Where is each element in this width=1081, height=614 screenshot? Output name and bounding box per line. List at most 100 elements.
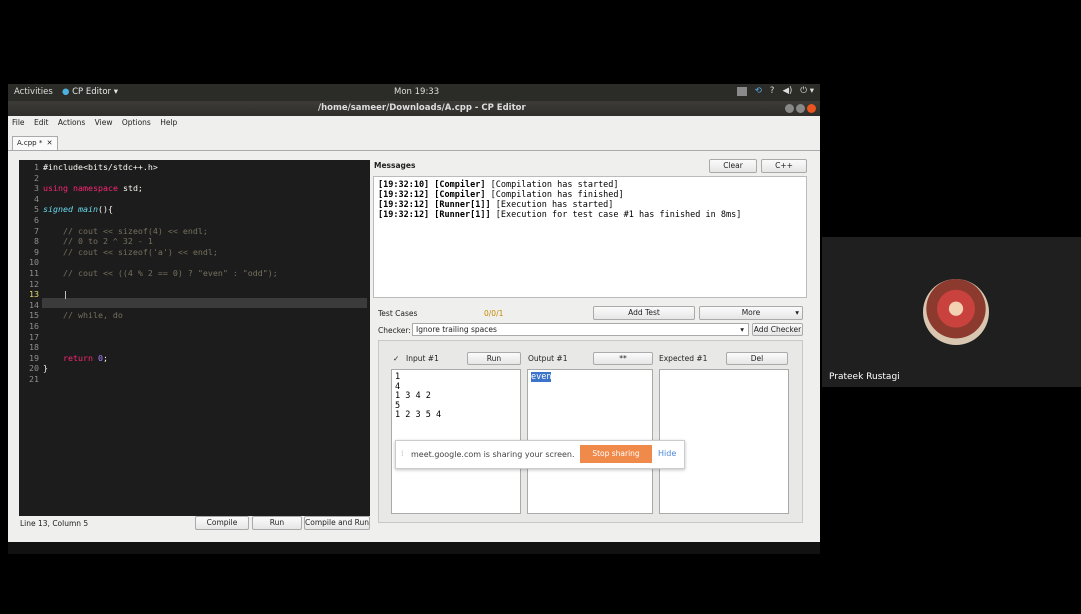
menu-file[interactable]: File (12, 118, 25, 127)
line-number: 17 (29, 331, 39, 342)
tab-a-cpp[interactable]: A.cpp * ✕ (12, 136, 58, 150)
line-number: 20 (29, 363, 39, 374)
test-counter: 0/0/1 (484, 309, 504, 318)
keyboard-layout-icon[interactable] (736, 86, 747, 96)
code-line: signed main(){ (43, 204, 113, 215)
tab-label: A.cpp * (17, 139, 43, 147)
power-icon[interactable]: ⏻ ▾ (800, 86, 814, 96)
message-text: [Execution has started] (490, 200, 614, 210)
window-title: /home/sameer/Downloads/A.cpp - CP Editor (318, 103, 526, 113)
menu-options[interactable]: Options (122, 118, 151, 127)
stop-sharing-button[interactable]: Stop sharing (580, 445, 652, 463)
system-tray: ⟲ ? ◀) ⏻ ▾ (736, 86, 814, 96)
line-number: 4 (34, 193, 39, 204)
message-time: [19:32:12] (378, 200, 435, 210)
output-value: even (531, 372, 552, 382)
volume-icon[interactable]: ◀) (782, 86, 792, 96)
add-checker-button[interactable]: Add Checker (752, 323, 803, 336)
check-icon: ✓ (393, 354, 400, 363)
message-text: [Compilation has finished] (485, 190, 624, 200)
output-label: Output #1 (528, 354, 568, 363)
checker-value: Ignore trailing spaces (416, 325, 497, 334)
sync-icon[interactable]: ⟲ (755, 86, 762, 96)
hide-button[interactable]: Hide (658, 449, 676, 458)
tab-divider (8, 150, 820, 151)
run-button[interactable]: Run (252, 516, 302, 530)
message-line: [19:32:12] [Runner[1]] [Execution has st… (378, 200, 802, 210)
test-enable-checkbox[interactable]: ✓ (393, 354, 399, 363)
line-number: 19 (29, 352, 39, 363)
message-tag: [Runner[1]] (434, 210, 491, 220)
more-dropdown[interactable]: More ▾ (699, 306, 803, 320)
line-number: 13 (29, 289, 39, 300)
checker-select[interactable]: Ignore trailing spaces ▾ (412, 323, 749, 336)
code-line: // while, do (43, 310, 123, 321)
compile-and-run-button[interactable]: Compile and Run (304, 516, 370, 530)
current-line-highlight (42, 298, 367, 308)
line-number: 15 (29, 310, 39, 321)
messages-log: [19:32:10] [Compiler] [Compilation has s… (373, 176, 807, 298)
diff-button[interactable]: ** (593, 352, 653, 365)
line-number: 21 (29, 374, 39, 384)
message-line: [19:32:12] [Compiler] [Compilation has f… (378, 190, 802, 200)
message-line: [19:32:10] [Compiler] [Compilation has s… (378, 180, 802, 190)
more-label: More (741, 308, 761, 317)
message-time: [19:32:10] (378, 180, 435, 190)
participant-name: Prateek Rustagi (829, 372, 900, 382)
expected-label: Expected #1 (659, 354, 708, 363)
message-line: [19:32:12] [Runner[1]] [Execution for te… (378, 210, 802, 220)
code-line: // cout << sizeof(4) << endl; (43, 225, 208, 236)
code-line: // cout << sizeof('a') << endl; (43, 246, 218, 257)
window-bottom-strip (8, 542, 820, 554)
line-number: 7 (34, 225, 39, 236)
help-icon[interactable]: ? (770, 86, 775, 96)
message-time: [19:32:12] (378, 190, 435, 200)
activities-button[interactable]: Activities (14, 87, 53, 97)
chevron-down-icon: ▾ (795, 308, 799, 317)
menu-actions[interactable]: Actions (58, 118, 85, 127)
menu-view[interactable]: View (95, 118, 113, 127)
participant-avatar (923, 279, 989, 345)
close-tab-icon[interactable]: ✕ (47, 139, 53, 147)
code-line: #include<bits/stdc++.h> (43, 162, 158, 172)
line-number: 6 (34, 215, 39, 225)
line-number: 14 (29, 299, 39, 310)
share-message: meet.google.com is sharing your screen. (411, 450, 575, 459)
minimize-icon[interactable] (785, 104, 794, 113)
code-line: // cout << ((4 % 2 == 0) ? "even" : "odd… (43, 268, 278, 278)
code-line: } (43, 363, 48, 374)
checker-label: Checker: (378, 326, 411, 335)
line-number: 9 (34, 246, 39, 257)
message-tag: [Compiler] (434, 190, 486, 200)
compile-button[interactable]: Compile (195, 516, 249, 530)
app-menu[interactable]: ● CP Editor ▾ (62, 87, 118, 97)
window-title-bar: /home/sameer/Downloads/A.cpp - CP Editor (8, 101, 820, 116)
menu-help[interactable]: Help (160, 118, 177, 127)
cursor-position: Line 13, Column 5 (20, 519, 89, 528)
language-button[interactable]: C++ (761, 159, 807, 173)
code-line: // 0 to 2 ^ 32 - 1 (43, 236, 153, 247)
code-line: | (43, 289, 68, 300)
delete-test-button[interactable]: Del (726, 352, 788, 365)
maximize-icon[interactable] (796, 104, 805, 113)
run-test-button[interactable]: Run (467, 352, 521, 365)
code-line: using namespace std; (43, 183, 143, 194)
input-label: Input #1 (406, 354, 439, 363)
test-cases-label: Test Cases (378, 309, 418, 318)
line-number: 18 (29, 342, 39, 353)
clock[interactable]: Mon 19:33 (394, 87, 439, 97)
drag-handle-icon[interactable]: ⁞ (401, 449, 404, 458)
add-test-button[interactable]: Add Test (593, 306, 695, 320)
chevron-down-icon: ▾ (740, 325, 744, 334)
line-number: 5 (34, 204, 39, 215)
close-window-icon[interactable] (807, 104, 816, 113)
menu-edit[interactable]: Edit (34, 118, 49, 127)
line-number: 16 (29, 321, 39, 331)
window-controls (785, 104, 816, 113)
cp-editor-icon: ● (62, 87, 70, 97)
line-number: 10 (29, 257, 39, 268)
clear-messages-button[interactable]: Clear (709, 159, 757, 173)
screen-share-bar: ⁞ meet.google.com is sharing your screen… (395, 440, 685, 469)
message-tag: [Runner[1]] (434, 200, 491, 210)
app-menu-label: CP Editor ▾ (72, 87, 119, 97)
